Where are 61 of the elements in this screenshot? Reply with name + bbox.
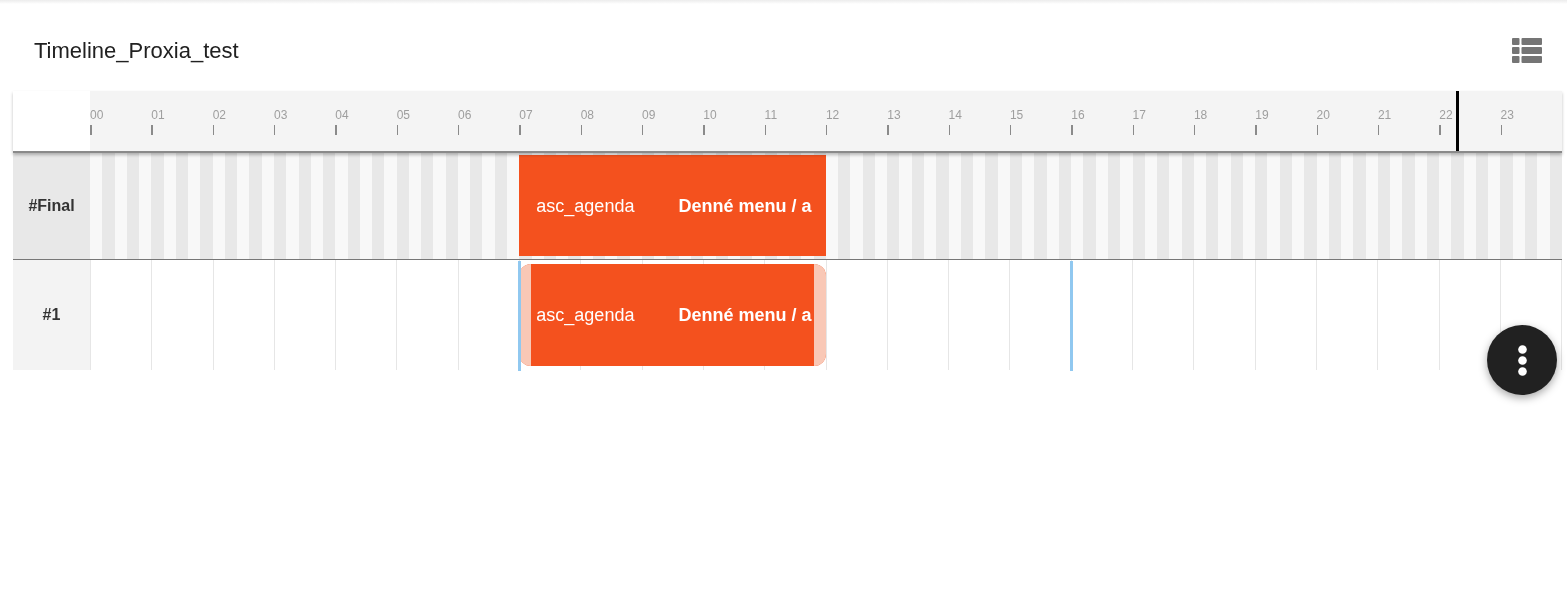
list-icon[interactable] <box>1512 38 1542 63</box>
tick-mark <box>519 125 521 135</box>
current-time-line <box>1456 91 1460 151</box>
row-label: #Final <box>13 153 90 259</box>
hour-label: 16 <box>1071 108 1085 122</box>
tick-mark <box>212 125 215 135</box>
tick-mark <box>1255 125 1257 135</box>
hour-label: 17 <box>1132 108 1146 122</box>
event-block[interactable]: asc_agenda Denné menu / a <box>519 264 826 366</box>
tick-mark <box>396 125 399 135</box>
hour-label: 08 <box>580 108 594 122</box>
tick-mark <box>1132 125 1135 135</box>
page-title: Timeline_Proxia_test <box>34 36 239 65</box>
tick-mark <box>1377 125 1380 135</box>
tick-mark <box>1009 125 1012 135</box>
tick-mark <box>887 125 889 135</box>
tick-mark <box>90 125 92 135</box>
row-label: #1 <box>13 260 90 370</box>
hour-label: 12 <box>825 108 840 122</box>
hour-label: 21 <box>1377 108 1392 122</box>
hour-label: 01 <box>151 108 165 122</box>
tick-mark <box>1193 125 1196 135</box>
hour-label: 10 <box>703 108 717 122</box>
hour-label: 06 <box>457 108 472 122</box>
hour-label: 00 <box>90 108 104 122</box>
tick-mark <box>948 125 951 135</box>
tick-mark <box>1316 125 1319 135</box>
tick-mark <box>825 125 828 135</box>
tick-mark <box>580 125 583 135</box>
hour-label: 18 <box>1193 108 1208 122</box>
tick-mark <box>1071 125 1073 135</box>
hour-label: 22 <box>1439 108 1453 122</box>
tick-mark <box>641 125 644 135</box>
event-title: Denné menu / a <box>678 194 812 217</box>
tick-mark <box>1439 125 1441 135</box>
tick-mark <box>703 125 705 135</box>
hour-label: 11 <box>764 108 778 122</box>
tick-mark <box>335 125 337 135</box>
hour-label: 14 <box>948 108 962 122</box>
tick-mark <box>1500 125 1503 135</box>
hour-label: 07 <box>519 108 533 122</box>
event-code: asc_agenda <box>536 304 635 326</box>
event-code: asc_agenda <box>536 194 635 217</box>
hour-label: 04 <box>335 108 349 122</box>
tick-mark <box>764 125 767 135</box>
hour-label: 20 <box>1316 108 1330 122</box>
hour-label: 09 <box>641 108 656 122</box>
hour-label: 03 <box>274 108 288 122</box>
tick-mark <box>151 125 153 135</box>
hour-label: 05 <box>396 108 410 122</box>
resize-handle[interactable] <box>814 264 826 366</box>
hour-label: 02 <box>212 108 226 122</box>
hour-label: 23 <box>1500 108 1514 122</box>
event-block[interactable]: asc_agenda Denné menu / a <box>519 155 826 256</box>
hour-label: 15 <box>1009 108 1024 122</box>
tick-mark <box>457 125 460 135</box>
hour-label: 13 <box>887 108 901 122</box>
tick-mark <box>274 125 276 135</box>
more-icon <box>1517 344 1527 376</box>
hour-label: 19 <box>1255 108 1269 122</box>
event-title: Denné menu / a <box>678 304 812 326</box>
